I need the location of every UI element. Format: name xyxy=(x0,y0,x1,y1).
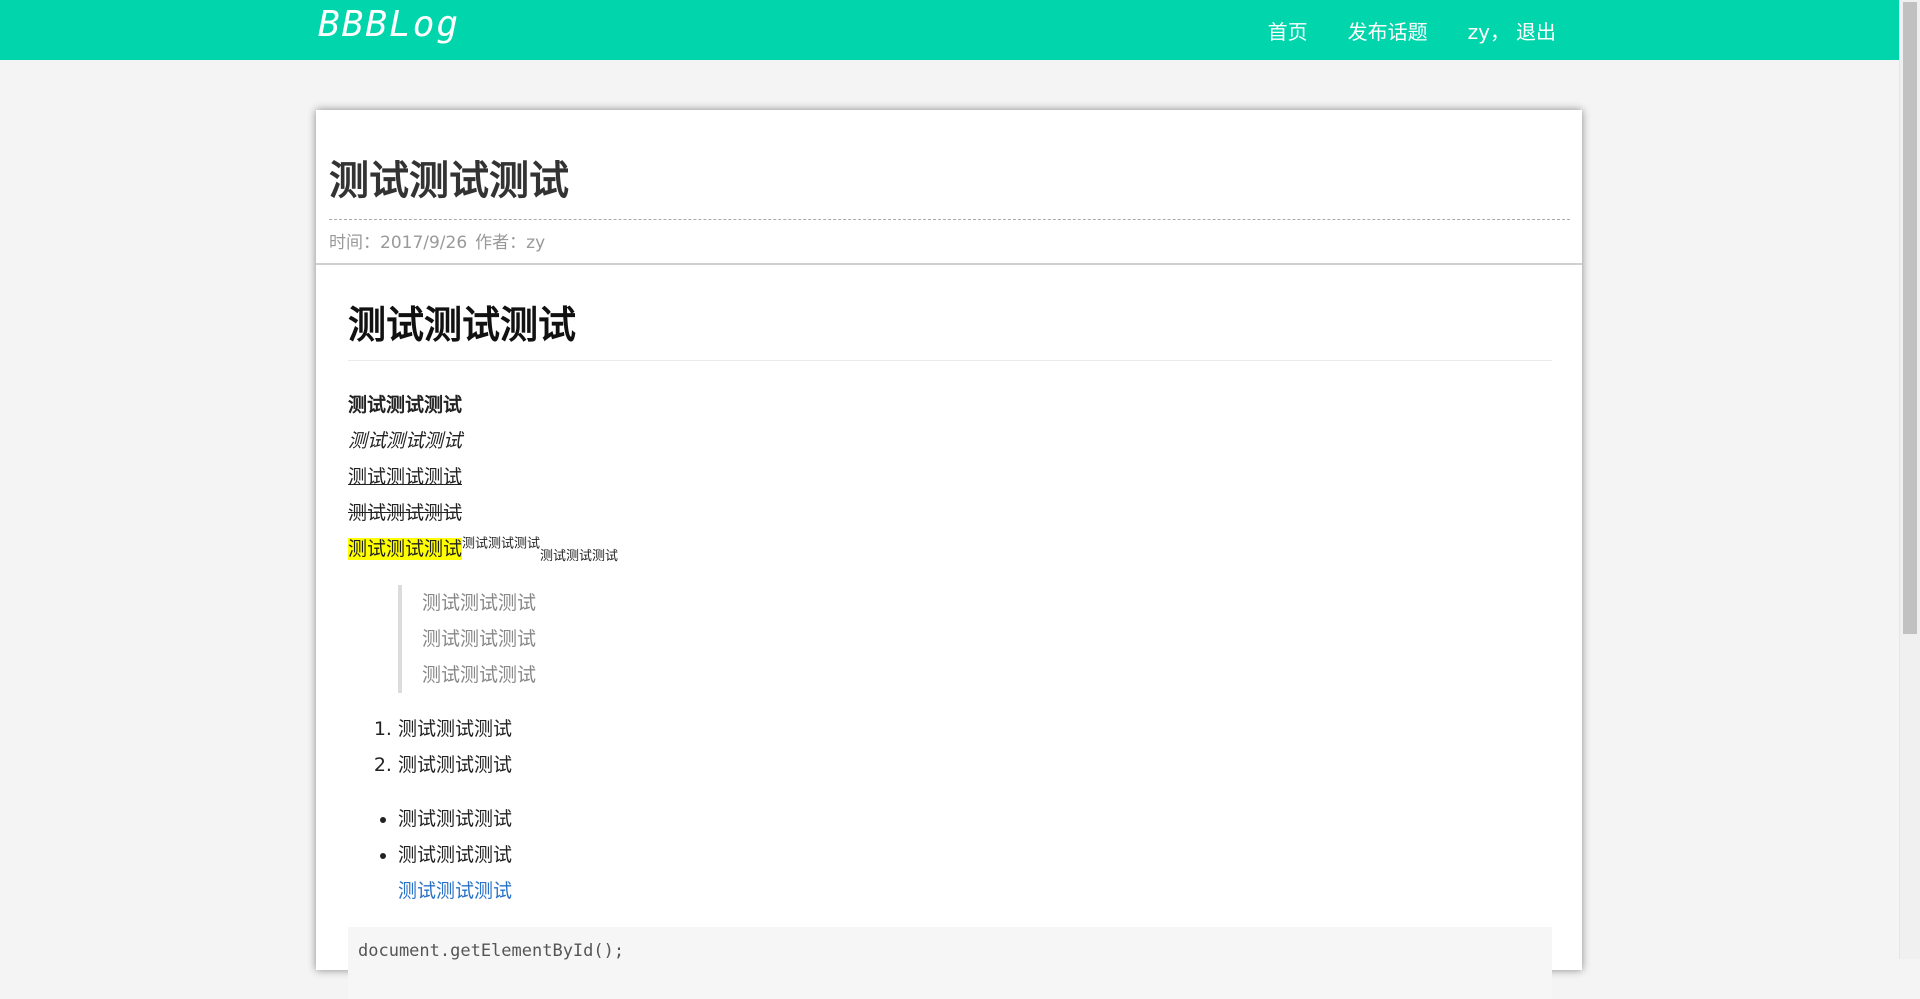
unordered-list-item: 测试测试测试 测试测试测试 xyxy=(398,837,1552,909)
post-card: 测试测试测试 时间：2017/9/26 作者：zy 测试测试测试 测试测试测试 … xyxy=(316,110,1582,999)
vertical-scrollbar[interactable] xyxy=(1899,0,1920,959)
post-author: 作者：zy xyxy=(475,233,546,253)
unordered-list: 测试测试测试 测试测试测试 测试测试测试 xyxy=(348,801,1552,909)
header-divider xyxy=(316,263,1582,265)
quote-line: 测试测试测试 xyxy=(422,664,537,686)
content-heading: 测试测试测试 xyxy=(348,302,1552,361)
user-area: zy， 退出 xyxy=(1468,16,1556,45)
nav-publish-link[interactable]: 发布话题 xyxy=(1348,16,1428,45)
strikethrough-text: 测试测试测试 xyxy=(348,502,463,524)
blockquote: 测试测试测试 测试测试测试 测试测试测试 xyxy=(398,585,1552,693)
top-navbar: BBBLog 首页 发布话题 zy， 退出 xyxy=(0,0,1900,60)
nav-home-link[interactable]: 首页 xyxy=(1268,16,1308,45)
ordered-list: 测试测试测试 测试测试测试 xyxy=(348,711,1552,783)
title-divider xyxy=(329,219,1570,220)
bold-text: 测试测试测试 xyxy=(348,394,463,416)
post-meta: 时间：2017/9/26 作者：zy xyxy=(329,228,545,253)
highlighted-text: 测试测试测试 xyxy=(348,538,463,560)
subscript-text: 测试测试测试 xyxy=(540,548,619,564)
post-time: 时间：2017/9/26 xyxy=(329,233,468,253)
ordered-list-item: 测试测试测试 xyxy=(398,747,1552,783)
underline-text: 测试测试测试 xyxy=(348,466,463,488)
formatted-text-block: 测试测试测试 测试测试测试 测试测试测试 测试测试测试 测试测试测试测试测试测试… xyxy=(348,387,1552,567)
unordered-list-item-text: 测试测试测试 xyxy=(398,844,513,866)
nav-user-link[interactable]: zy， xyxy=(1468,16,1510,45)
content-link[interactable]: 测试测试测试 xyxy=(398,873,1552,909)
post-title: 测试测试测试 xyxy=(329,158,569,204)
post-body: 测试测试测试 测试测试测试 测试测试测试 测试测试测试 测试测试测试 测试测试测… xyxy=(348,302,1552,999)
scrollbar-thumb[interactable] xyxy=(1903,2,1917,634)
nav-logout-link[interactable]: 退出 xyxy=(1516,16,1556,45)
unordered-list-item: 测试测试测试 xyxy=(398,801,1552,837)
site-logo[interactable]: BBBLog xyxy=(318,4,460,45)
quote-line: 测试测试测试 xyxy=(422,628,537,650)
code-block: document.getElementById(); xyxy=(348,927,1552,999)
nav-menu: 首页 发布话题 zy， 退出 xyxy=(1268,16,1556,45)
quote-line: 测试测试测试 xyxy=(422,592,537,614)
superscript-text: 测试测试测试 xyxy=(462,536,541,552)
ordered-list-item: 测试测试测试 xyxy=(398,711,1552,747)
italic-text: 测试测试测试 xyxy=(348,430,463,452)
